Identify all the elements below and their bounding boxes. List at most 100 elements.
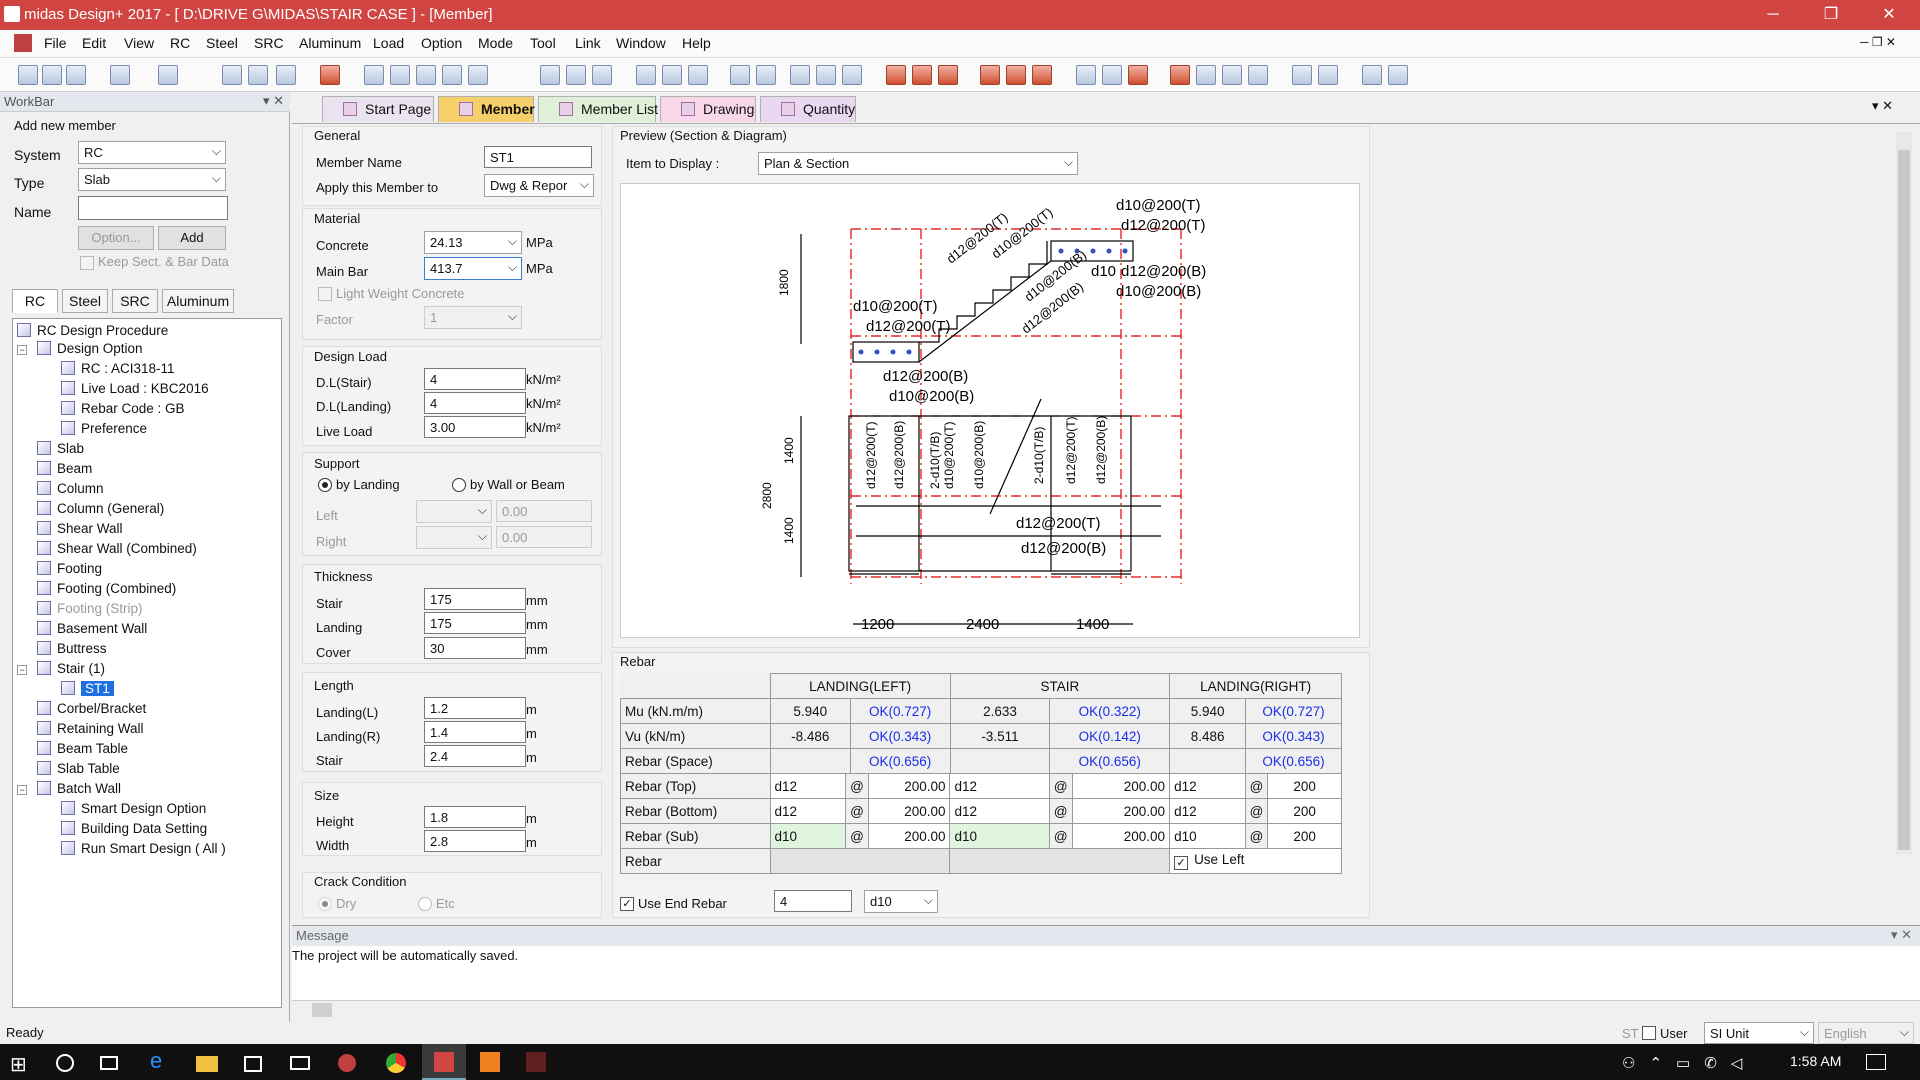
shearwall-icon[interactable] <box>468 65 488 85</box>
tool2-icon[interactable] <box>912 65 932 85</box>
tree-column-general[interactable]: Column (General) <box>37 501 164 516</box>
option-button[interactable]: Option... <box>78 226 154 250</box>
tree-slab-table[interactable]: Slab Table <box>37 761 120 776</box>
collapse-icon[interactable]: − <box>17 345 27 355</box>
chrome-icon[interactable] <box>386 1053 406 1073</box>
menu-option[interactable]: Option <box>421 35 462 51</box>
new-icon[interactable] <box>18 65 38 85</box>
tool11-icon[interactable] <box>1196 65 1216 85</box>
store-icon[interactable] <box>244 1056 262 1072</box>
menu-edit[interactable]: Edit <box>82 35 106 51</box>
calc-icon[interactable] <box>320 65 340 85</box>
view1-icon[interactable] <box>222 65 242 85</box>
tree-retaining-wall[interactable]: Retaining Wall <box>37 721 144 736</box>
tab-steel[interactable]: Steel <box>62 289 108 313</box>
tray-icons[interactable]: ⚇⌃▭✆◁ <box>1622 1054 1756 1072</box>
item-display-select[interactable]: Plan & Section ⌵ <box>758 152 1078 175</box>
slab-table-icon[interactable] <box>816 65 836 85</box>
tool8-icon[interactable] <box>1102 65 1122 85</box>
apply-select[interactable]: Dwg & Repor ⌵ <box>484 174 594 197</box>
left-support-input[interactable]: 0.00 <box>496 500 592 522</box>
tree-design-option[interactable]: Design Option <box>37 341 143 356</box>
column-icon[interactable] <box>416 65 436 85</box>
menu-aluminum[interactable]: Aluminum <box>299 35 361 51</box>
menu-link[interactable]: Link <box>575 35 601 51</box>
tool9-icon[interactable] <box>1128 65 1148 85</box>
batch-icon[interactable] <box>842 65 862 85</box>
tree-preference[interactable]: Preference <box>61 421 147 436</box>
menu-load[interactable]: Load <box>373 35 404 51</box>
message-close-icon[interactable]: ▾ ✕ <box>1891 927 1912 943</box>
menu-window[interactable]: Window <box>616 35 666 51</box>
right-support-input[interactable]: 0.00 <box>496 526 592 548</box>
wall-icon[interactable] <box>636 65 656 85</box>
tab-drawing[interactable]: Drawing <box>660 96 756 122</box>
tab-quantity[interactable]: Quantity <box>760 96 856 122</box>
menu-steel[interactable]: Steel <box>206 35 238 51</box>
vertical-scrollbar[interactable] <box>1896 132 1912 854</box>
tool7-icon[interactable] <box>1076 65 1096 85</box>
midas-taskbar-button[interactable] <box>422 1044 466 1080</box>
unit-select[interactable]: SI Unit ⌵ <box>1704 1022 1814 1044</box>
tool5-icon[interactable] <box>1006 65 1026 85</box>
use-left-checkbox[interactable]: ✓ <box>1174 856 1189 870</box>
type-select[interactable]: Slab ⌵ <box>78 168 226 191</box>
tree-slab[interactable]: Slab <box>37 441 84 456</box>
dry-radio[interactable] <box>318 897 332 911</box>
landing-r-input[interactable]: 1.4 <box>424 721 526 743</box>
height-input[interactable]: 1.8 <box>424 806 526 828</box>
footing-strip-icon[interactable] <box>592 65 612 85</box>
undo-icon[interactable] <box>110 65 130 85</box>
tree-basement-wall[interactable]: Basement Wall <box>37 621 147 636</box>
tool14-icon[interactable] <box>1292 65 1312 85</box>
landing-l-input[interactable]: 1.2 <box>424 697 526 719</box>
beam-icon[interactable] <box>390 65 410 85</box>
tree-batch-wall[interactable]: Batch Wall <box>37 781 121 796</box>
live-load-input[interactable]: 3.00 <box>424 416 526 438</box>
redo-icon[interactable] <box>158 65 178 85</box>
edge-icon[interactable]: e <box>150 1048 172 1073</box>
workbar-close-icon[interactable]: ▾ ✕ <box>263 93 284 109</box>
retaining-icon[interactable] <box>756 65 776 85</box>
tree-beam-table[interactable]: Beam Table <box>37 741 128 756</box>
tree-buttress[interactable]: Buttress <box>37 641 107 656</box>
tree-shear-wall[interactable]: Shear Wall <box>37 521 123 536</box>
tree-column[interactable]: Column <box>37 481 104 496</box>
notification-icon[interactable] <box>1866 1054 1886 1070</box>
landing-thickness-input[interactable]: 175 <box>424 612 526 634</box>
tab-start-page[interactable]: Start Page <box>322 96 434 122</box>
tab-member[interactable]: Member <box>438 96 535 122</box>
tree-corbel[interactable]: Corbel/Bracket <box>37 701 146 716</box>
mainbar-select[interactable]: 413.7 ⌵ <box>424 257 522 280</box>
cover-input[interactable]: 30 <box>424 637 526 659</box>
tree-live-load[interactable]: Live Load : KBC2016 <box>61 381 209 396</box>
menu-help[interactable]: Help <box>682 35 711 51</box>
tool4-icon[interactable] <box>980 65 1000 85</box>
minimize-button[interactable]: ─ <box>1750 0 1796 30</box>
tab-rc[interactable]: RC <box>12 289 58 313</box>
tab-menu-icon[interactable]: ▾ ✕ <box>1872 98 1893 114</box>
keep-sect-checkbox[interactable] <box>80 256 94 270</box>
view2-icon[interactable] <box>248 65 268 85</box>
by-landing-radio[interactable] <box>318 478 332 492</box>
tool1-icon[interactable] <box>886 65 906 85</box>
file-explorer-icon[interactable] <box>196 1056 218 1072</box>
tree-smart-design-option[interactable]: Smart Design Option <box>61 801 206 816</box>
system-select[interactable]: RC ⌵ <box>78 141 226 164</box>
stair-icon[interactable] <box>688 65 708 85</box>
menu-rc[interactable]: RC <box>170 35 190 51</box>
stair-thickness-input[interactable]: 175 <box>424 588 526 610</box>
corbel-icon[interactable] <box>730 65 750 85</box>
mail-icon[interactable] <box>290 1056 310 1070</box>
view3-icon[interactable] <box>276 65 296 85</box>
tab-member-list[interactable]: Member List <box>538 96 658 122</box>
tool17-icon[interactable] <box>1388 65 1408 85</box>
tool3-icon[interactable] <box>938 65 958 85</box>
footing-combined-icon[interactable] <box>566 65 586 85</box>
app-icon-1[interactable] <box>338 1054 356 1072</box>
tab-src[interactable]: SRC <box>112 289 158 313</box>
dl-landing-input[interactable]: 4 <box>424 392 526 414</box>
tool6-icon[interactable] <box>1032 65 1052 85</box>
tree-building-data[interactable]: Building Data Setting <box>61 821 207 836</box>
language-select[interactable]: English ⌵ <box>1818 1022 1914 1044</box>
